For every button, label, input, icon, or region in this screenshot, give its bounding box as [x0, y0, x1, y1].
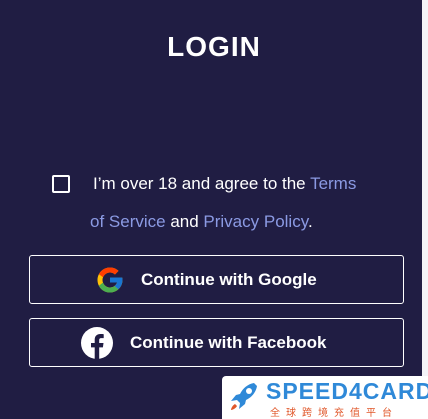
agreement-line-1: I’m over 18 and agree to the Terms [93, 174, 356, 194]
watermark-brand: SPEED4CARD [266, 378, 428, 404]
facebook-button-label: Continue with Facebook [130, 333, 327, 352]
page-title: LOGIN [167, 31, 261, 62]
facebook-icon [81, 327, 113, 359]
agreement-line-2: of Service and Privacy Policy. [90, 212, 313, 232]
continue-with-google-button[interactable]: Continue with Google [29, 255, 404, 304]
agreement-conjunction: and [165, 212, 204, 231]
age-terms-checkbox[interactable] [52, 175, 70, 193]
agreement-period: . [307, 212, 313, 231]
google-icon [97, 267, 123, 293]
google-button-label: Continue with Google [141, 270, 317, 289]
agreement-text: I’m over 18 and agree to the [93, 174, 311, 193]
continue-with-facebook-button[interactable]: Continue with Facebook [29, 318, 404, 367]
terms-of-service-link-part1[interactable]: Terms [310, 174, 356, 193]
rocket-icon [231, 383, 257, 410]
watermark-tagline: 全球跨境充值平台 [270, 408, 398, 419]
terms-of-service-link-part2[interactable]: of Service [90, 212, 166, 231]
privacy-policy-link[interactable]: Privacy Policy [203, 212, 308, 231]
login-panel: LOGIN I’m over 18 and agree to the Terms… [0, 0, 428, 419]
speed4card-watermark: SPEED4CARD 全球跨境充值平台 [222, 376, 428, 419]
